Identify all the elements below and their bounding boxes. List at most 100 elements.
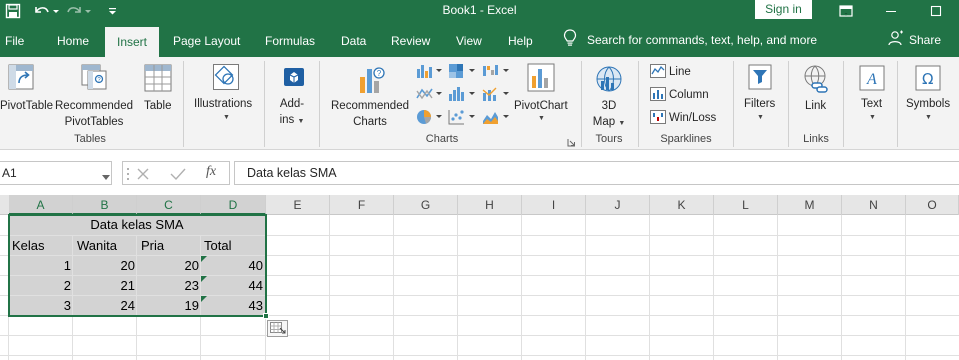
svg-text:Ω: Ω	[922, 70, 933, 88]
recommended-pivottables-line1: Recommended	[55, 100, 133, 112]
surface-chart-icon[interactable]	[482, 109, 512, 128]
sparkline-winloss-label[interactable]: Win/Loss	[669, 110, 716, 126]
scatter-chart-icon[interactable]	[448, 109, 478, 128]
addins-icon[interactable]	[283, 65, 305, 90]
tab-home[interactable]: Home	[57, 22, 89, 57]
column-header-b[interactable]: B	[73, 195, 137, 215]
addins-label[interactable]: Add- ins ▼	[272, 96, 312, 130]
ribbon-separator	[264, 61, 265, 147]
waterfall-chart-icon[interactable]	[482, 63, 512, 82]
tab-insert[interactable]: Insert	[105, 27, 159, 57]
link-icon[interactable]	[802, 64, 830, 97]
sparkline-column-label[interactable]: Column	[669, 87, 709, 103]
ribbon-insert: PivotTable ? Recommended PivotTables Tab…	[0, 57, 959, 150]
column-header-k[interactable]: K	[650, 195, 714, 215]
recommended-charts-icon[interactable]: ?	[357, 63, 387, 98]
recommended-charts-line1: Recommended	[331, 100, 409, 112]
illustrations-chevron-down-icon[interactable]: ▼	[223, 114, 230, 121]
table-icon[interactable]	[144, 64, 172, 95]
text-icon[interactable]: A	[859, 65, 885, 94]
minimize-icon[interactable]	[871, 0, 911, 22]
column-header-l[interactable]: L	[714, 195, 778, 215]
restore-window-icon[interactable]	[826, 0, 866, 22]
name-box-chevron-down-icon[interactable]	[102, 170, 110, 184]
illustrations-label[interactable]: Illustrations	[194, 96, 252, 112]
3d-map-icon[interactable]	[595, 65, 623, 96]
quick-analysis-button[interactable]	[267, 320, 288, 337]
tab-review[interactable]: Review	[391, 22, 430, 57]
svg-text:?: ?	[377, 69, 382, 78]
column-header-i[interactable]: I	[522, 195, 586, 215]
column-header-a[interactable]: A	[9, 195, 73, 215]
column-header-f[interactable]: F	[330, 195, 394, 215]
pivottable-icon[interactable]	[8, 63, 34, 94]
statistic-chart-icon[interactable]	[448, 86, 478, 105]
lightbulb-icon	[563, 29, 577, 50]
table-label[interactable]: Table	[144, 98, 172, 114]
tab-formulas[interactable]: Formulas	[265, 22, 315, 57]
link-label[interactable]: Link	[805, 98, 826, 114]
pivotchart-label[interactable]: PivotChart	[514, 98, 568, 114]
sparkline-line-label[interactable]: Line	[669, 64, 691, 80]
pivotchart-chevron-down-icon[interactable]: ▼	[538, 115, 545, 122]
ribbon-separator	[788, 61, 789, 147]
hierarchy-chart-icon[interactable]	[448, 63, 478, 82]
symbols-label[interactable]: Symbols	[906, 96, 950, 112]
ribbon-separator	[897, 61, 898, 147]
column-header-d[interactable]: D	[201, 195, 266, 215]
symbols-chevron-down-icon[interactable]: ▼	[925, 114, 932, 121]
column-header-n[interactable]: N	[842, 195, 906, 215]
illustrations-icon[interactable]	[212, 63, 240, 94]
sparkline-line-icon[interactable]	[650, 64, 666, 81]
share-button[interactable]: Share	[888, 22, 941, 57]
recommended-charts-label[interactable]: Recommended Charts	[327, 98, 413, 130]
recommended-pivottables-icon[interactable]: ?	[80, 63, 108, 94]
pie-chart-icon[interactable]	[416, 109, 446, 128]
filter-icon[interactable]	[748, 64, 772, 93]
tab-data[interactable]: Data	[341, 22, 366, 57]
formula-input[interactable]: Data kelas SMA	[234, 161, 959, 185]
combo-chart-icon[interactable]	[482, 86, 512, 105]
column-header-g[interactable]: G	[394, 195, 458, 215]
tab-page-layout[interactable]: Page Layout	[173, 22, 240, 57]
column-header-o[interactable]: O	[906, 195, 959, 215]
omega-symbol-icon[interactable]: Ω	[915, 65, 941, 94]
sign-in-button[interactable]: Sign in	[755, 0, 812, 19]
text-chevron-down-icon[interactable]: ▼	[869, 114, 876, 121]
column-header-j[interactable]: J	[586, 195, 650, 215]
enter-check-icon[interactable]	[170, 167, 186, 184]
tell-me-search[interactable]: Search for commands, text, help, and mor…	[563, 22, 817, 57]
grid-line	[0, 335, 959, 336]
sparkline-column-icon[interactable]	[650, 87, 666, 104]
pivottable-label[interactable]: PivotTable	[0, 98, 53, 114]
addins-line1: Add-	[279, 98, 305, 110]
tab-file[interactable]: File	[5, 22, 24, 57]
3d-map-chevron-down-icon: ▼	[618, 120, 626, 127]
more-dots-icon	[126, 167, 130, 184]
tours-group-label: Tours	[595, 133, 623, 145]
filters-chevron-down-icon[interactable]: ▼	[757, 114, 764, 121]
tab-help[interactable]: Help	[508, 22, 533, 57]
line-chart-icon[interactable]	[416, 86, 446, 105]
recommended-charts-line2: Charts	[353, 116, 387, 128]
column-header-e[interactable]: E	[266, 195, 330, 215]
column-header-c[interactable]: C	[137, 195, 201, 215]
column-header-h[interactable]: H	[458, 195, 522, 215]
tab-view[interactable]: View	[456, 22, 482, 57]
worksheet-grid[interactable]: Data kelas SMA Kelas Wanita Pria Total 1…	[0, 214, 959, 360]
name-box[interactable]: A1	[0, 161, 112, 185]
column-header-m[interactable]: M	[778, 195, 842, 215]
insert-function-icon[interactable]: fx	[206, 164, 216, 180]
maximize-icon[interactable]	[916, 0, 956, 22]
column-chart-icon[interactable]	[416, 63, 442, 82]
charts-dialog-launcher-icon[interactable]	[567, 136, 576, 150]
filters-label[interactable]: Filters	[744, 96, 775, 112]
grid-line	[329, 215, 330, 360]
text-label[interactable]: Text	[861, 96, 882, 112]
pivotchart-icon[interactable]	[527, 63, 557, 96]
recommended-pivottables-label[interactable]: Recommended PivotTables	[52, 98, 136, 130]
cancel-icon[interactable]	[136, 167, 150, 184]
3d-map-label[interactable]: 3D Map ▼	[586, 98, 632, 132]
fill-handle[interactable]	[263, 313, 269, 319]
sparkline-winloss-icon[interactable]	[650, 110, 666, 127]
